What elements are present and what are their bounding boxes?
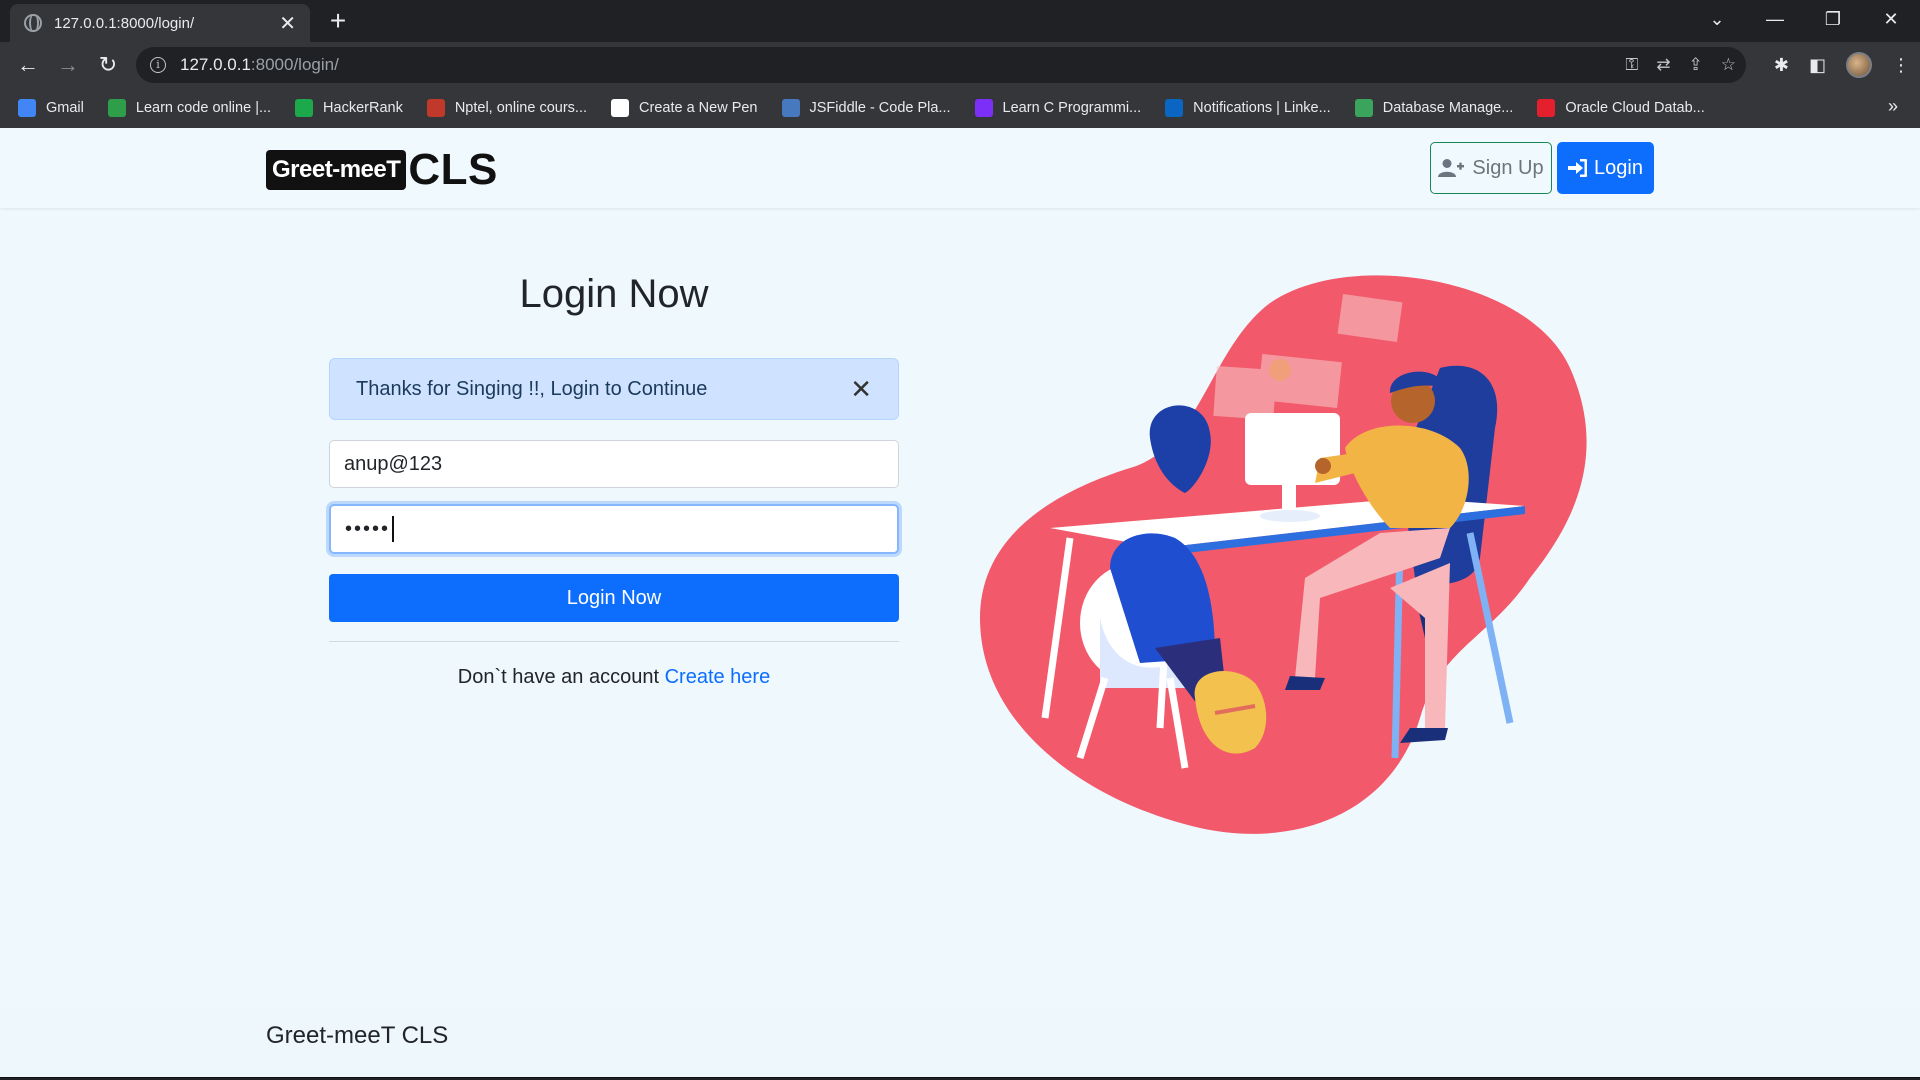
bookmark-label: Oracle Cloud Datab... (1565, 100, 1705, 116)
window-controls: ⌄ — ❐ ✕ (1688, 0, 1920, 38)
no-account-text: Don`t have an account (457, 666, 660, 688)
bookmark-favicon-icon (18, 99, 36, 117)
bookmark-item[interactable]: Nptel, online cours... (426, 99, 588, 117)
bookmark-favicon-icon (295, 99, 314, 117)
alert-message: Thanks for Singing !!, Login to Continue (356, 377, 708, 400)
tab-search-icon[interactable]: ⌄ (1688, 9, 1746, 30)
password-input[interactable]: ••••• (329, 504, 899, 554)
bookmark-favicon-icon (1165, 99, 1184, 117)
bookmark-favicon-icon (781, 99, 800, 117)
bookmark-item[interactable]: HackerRank (295, 99, 403, 117)
url-path: :8000/login/ (250, 55, 339, 74)
footer-brand: Greet-meeT CLS (266, 1022, 449, 1049)
bookmark-label: Database Manage... (1382, 100, 1514, 116)
create-account-link[interactable]: Create here (665, 666, 771, 688)
browser-toolbar: ← → ↻ i 127.0.0.1:8000/login/ ⚿ ⇄ ⇪ ☆ ✱ … (0, 42, 1920, 88)
bookmark-label: HackerRank (323, 100, 403, 116)
key-icon[interactable]: ⚿ (1625, 55, 1638, 75)
bookmark-label: Learn C Programmi... (1002, 100, 1142, 116)
username-value: anup@123 (344, 452, 443, 475)
logo-suffix: CLS (408, 145, 498, 194)
footer-border (0, 1077, 1920, 1078)
site-info-icon[interactable]: i (150, 57, 166, 73)
browser-tab[interactable]: 127.0.0.1:8000/login/ ✕ (10, 4, 310, 42)
site-logo[interactable]: Greet-meeT CLS (266, 145, 498, 195)
browser-tabstrip: 127.0.0.1:8000/login/ ✕ + ⌄ — ❐ ✕ (0, 0, 1920, 42)
sign-in-icon (1568, 159, 1588, 177)
bookmark-star-icon[interactable]: ☆ (1721, 55, 1736, 75)
meeting-illustration (980, 275, 1587, 834)
bookmark-item[interactable]: Create a New Pen (611, 99, 758, 117)
bookmark-label: Notifications | Linke... (1193, 100, 1331, 116)
restore-button[interactable]: ❐ (1804, 9, 1862, 30)
bookmark-favicon-icon (426, 99, 445, 117)
create-account-prompt: Don`t have an account Create here (329, 666, 899, 689)
toolbar-right: ✱ ◧ ⋮ (1774, 47, 1910, 83)
signup-button[interactable]: Sign Up (1430, 142, 1552, 194)
bookmark-label: Gmail (46, 100, 84, 116)
bookmark-item[interactable]: Notifications | Linke... (1165, 99, 1331, 117)
close-alert-icon[interactable]: ✕ (850, 374, 872, 405)
login-nav-label: Login (1594, 156, 1643, 179)
bookmarks-bar: Gmail Learn code online |... HackerRank Npt… (0, 88, 1920, 128)
share-icon[interactable]: ⇪ (1689, 55, 1703, 75)
site-navbar: Greet-meeT CLS Sign Up Login (0, 128, 1920, 208)
profile-avatar[interactable] (1846, 52, 1872, 78)
login-nav-button[interactable]: Login (1557, 142, 1654, 194)
login-submit-button[interactable]: Login Now (329, 574, 899, 622)
new-tab-button[interactable]: + (322, 6, 354, 38)
bookmark-item[interactable]: Learn C Programmi... (974, 99, 1142, 117)
address-bar-actions: ⚿ ⇄ ⇪ ☆ (1625, 47, 1736, 83)
bookmark-item[interactable]: Learn code online |... (107, 99, 272, 117)
bookmark-favicon-icon (107, 99, 126, 117)
url-host: 127.0.0.1 (180, 55, 251, 74)
bookmark-favicon-icon (1354, 99, 1373, 117)
more-bookmarks-icon[interactable]: » (1888, 96, 1898, 117)
close-tab-icon[interactable]: ✕ (279, 11, 296, 36)
page-content: Greet-meeT CLS Sign Up Login Login Now T… (0, 128, 1920, 1078)
footer: Greet-meeT CLS (0, 1008, 1920, 1078)
bookmark-label: Learn code online |... (135, 100, 272, 116)
divider (329, 641, 899, 642)
text-caret (392, 516, 394, 542)
side-panel-icon[interactable]: ◧ (1809, 55, 1826, 76)
reload-button[interactable]: ↻ (88, 45, 128, 85)
tab-title: 127.0.0.1:8000/login/ (54, 14, 195, 32)
globe-icon (24, 14, 42, 32)
menu-icon[interactable]: ⋮ (1892, 55, 1910, 76)
minimize-button[interactable]: — (1746, 9, 1804, 30)
extensions-icon[interactable]: ✱ (1774, 55, 1789, 76)
bookmark-label: Nptel, online cours... (454, 100, 588, 116)
password-mask: ••••• (345, 517, 391, 540)
bookmark-favicon-icon (974, 99, 993, 117)
address-bar[interactable]: i 127.0.0.1:8000/login/ ⚿ ⇄ ⇪ ☆ (136, 47, 1746, 83)
back-button[interactable]: ← (8, 45, 48, 85)
bookmark-item[interactable]: JSFiddle - Code Pla... (781, 99, 951, 117)
bookmark-item[interactable]: Oracle Cloud Datab... (1537, 99, 1705, 117)
logo-badge: Greet-meeT (266, 150, 407, 190)
info-alert: Thanks for Singing !!, Login to Continue… (329, 358, 899, 420)
close-window-button[interactable]: ✕ (1862, 9, 1920, 30)
user-plus-icon (1438, 159, 1465, 177)
bookmark-item[interactable]: Gmail (18, 99, 84, 117)
bookmark-label: Create a New Pen (639, 100, 758, 116)
forward-button[interactable]: → (48, 45, 88, 85)
bookmark-favicon-icon (611, 99, 630, 117)
username-input[interactable]: anup@123 (329, 440, 899, 488)
bookmark-item[interactable]: Database Manage... (1354, 99, 1514, 117)
signup-label: Sign Up (1472, 156, 1544, 179)
translate-icon[interactable]: ⇄ (1656, 55, 1670, 75)
bookmark-label: JSFiddle - Code Pla... (809, 100, 951, 116)
bookmark-favicon-icon (1537, 99, 1556, 117)
login-title: Login Now (519, 272, 709, 316)
